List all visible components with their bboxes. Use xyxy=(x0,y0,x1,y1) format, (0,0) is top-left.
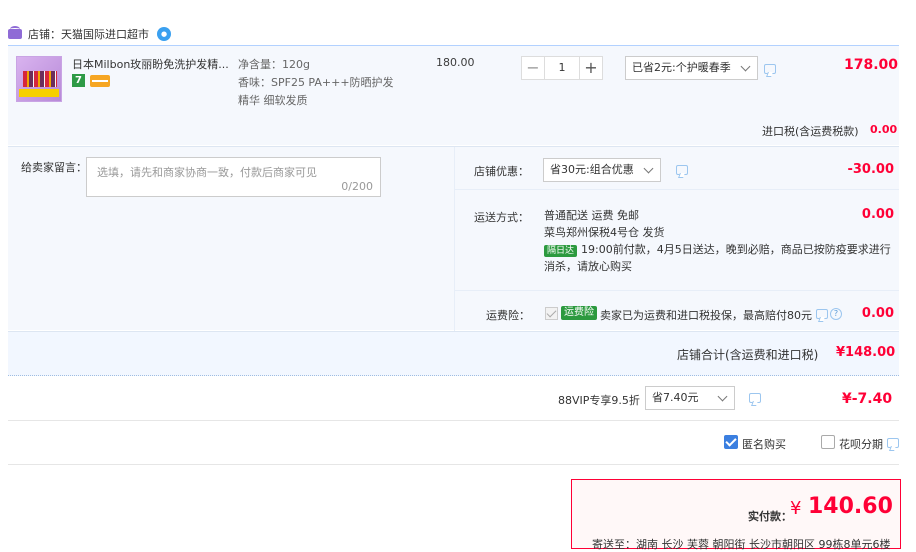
store-total-label: 店铺合计(含运费和进口税) xyxy=(677,348,819,362)
tax-value: 0.00 xyxy=(870,123,898,136)
order-services: 给卖家留言： 选填，请先和商家协商一致，付款后商家可见 0/200 店铺优惠： … xyxy=(8,146,899,331)
discount-select[interactable]: 省30元:组合优惠 xyxy=(543,158,661,182)
chevron-down-icon xyxy=(643,163,654,174)
vip-label: 88VIP专享9.5折 xyxy=(558,394,640,407)
pay-label: 实付款： xyxy=(748,510,792,523)
quantity-input[interactable]: 1 xyxy=(545,56,579,80)
shipping-label: 运送方式： xyxy=(474,211,529,224)
divider xyxy=(455,189,899,190)
unit-price: 180.00 xyxy=(436,56,475,69)
message-icon[interactable] xyxy=(816,309,828,319)
discount-select-value: 省30元:组合优惠 xyxy=(550,163,634,176)
cart-item: 日本Milbon玫丽盼免洗护发精... 7 净含量：120g 香味：SPF25 … xyxy=(8,45,899,145)
decrease-button[interactable]: − xyxy=(521,56,545,80)
shipping-value: 0.00 xyxy=(861,207,894,222)
vip-value: ¥-7.40 xyxy=(842,391,893,407)
payment-summary: 实付款： ¥ 140.60 寄送至：湖南 长沙 芙蓉 朝阳街 长沙市朝阳区 99… xyxy=(571,479,901,551)
insurance-text: 卖家已为运费和进口税投保，最高赔付80元 xyxy=(600,309,812,322)
chat-icon[interactable]: ● xyxy=(157,27,171,41)
anonymous-label[interactable]: 匿名购买 xyxy=(742,436,786,452)
shipping-warehouse: 菜鸟郑州保税4号仓 发货 xyxy=(544,226,665,239)
insurance-badge: 运费险 xyxy=(561,306,597,320)
seller-note-input[interactable]: 选填，请先和商家协商一致，付款后商家可见 0/200 xyxy=(86,157,381,197)
chevron-down-icon xyxy=(717,391,728,402)
message-icon[interactable] xyxy=(887,438,899,448)
insurance-value: 0.00 xyxy=(861,306,894,321)
product-thumbnail[interactable] xyxy=(16,56,62,102)
vip-select[interactable]: 省7.40元 xyxy=(645,386,735,410)
card-payment-icon xyxy=(90,75,110,87)
vip-select-value: 省7.40元 xyxy=(652,391,699,404)
store-icon xyxy=(8,26,22,39)
sku-line: 净含量：120g xyxy=(238,58,310,71)
sku-info: 净含量：120g 香味：SPF25 PA+++防晒护发 精华 细软发质 xyxy=(238,56,403,110)
product-title[interactable]: 日本Milbon玫丽盼免洗护发精... xyxy=(72,56,232,72)
divider xyxy=(454,147,455,331)
options-row: 匿名购买 花呗分期 xyxy=(8,421,899,465)
product-image xyxy=(23,71,57,87)
store-total: 店铺合计(含运费和进口税) ¥148.00 xyxy=(8,331,899,376)
divider xyxy=(455,290,899,291)
store-total-value: ¥148.00 xyxy=(836,345,896,360)
increase-button[interactable]: + xyxy=(579,56,603,80)
message-icon[interactable] xyxy=(676,165,688,175)
chevron-down-icon xyxy=(740,61,751,72)
quantity-stepper: − 1 + xyxy=(521,56,603,80)
note-counter: 0/200 xyxy=(341,180,373,193)
insurance-label: 运费险： xyxy=(486,309,530,322)
anonymous-checkbox[interactable] xyxy=(724,435,738,449)
tax-label: 进口税(含运费税款) xyxy=(762,125,859,138)
item-promo-select-value: 已省2元:个护暖春季 xyxy=(632,61,731,74)
shipping-address: 寄送至：湖南 长沙 芙蓉 朝阳街 长沙市朝阳区 99栋8单元6楼 xyxy=(592,538,891,551)
message-icon[interactable] xyxy=(764,64,776,74)
shipping-eta-text: 19:00前付款，4月5日送达，晚到必赔，商品已按防疫要求进行消杀，请放心购买 xyxy=(544,243,891,273)
promo-tag xyxy=(19,89,59,97)
store-header: 店铺：天猫国际进口超市 ● xyxy=(8,24,171,44)
sku-line: 香味：SPF25 PA+++防晒护发 xyxy=(238,76,394,89)
store-name[interactable]: 店铺：天猫国际进口超市 xyxy=(28,26,149,42)
installment-checkbox[interactable] xyxy=(821,435,835,449)
discount-value: -30.00 xyxy=(847,162,894,177)
message-icon[interactable] xyxy=(749,393,761,403)
item-promo-select[interactable]: 已省2元:个护暖春季 xyxy=(625,56,758,80)
note-placeholder: 选填，请先和商家协商一致，付款后商家可见 xyxy=(97,166,317,179)
shipping-eta: 隔日达 19:00前付款，4月5日送达，晚到必赔，商品已按防疫要求进行消杀，请放心… xyxy=(544,241,894,275)
item-total: 178.00 xyxy=(844,57,899,73)
vip-discount-row: 88VIP专享9.5折 省7.40元 ¥-7.40 xyxy=(8,377,899,421)
discount-label: 店铺优惠： xyxy=(474,165,529,178)
next-day-badge: 隔日达 xyxy=(544,245,578,257)
installment-label[interactable]: 花呗分期 xyxy=(839,436,883,452)
currency-symbol: ¥ xyxy=(790,498,802,519)
seven-day-return-icon: 7 xyxy=(72,74,85,87)
note-label: 给卖家留言： xyxy=(21,161,87,174)
sku-line: 精华 细软发质 xyxy=(238,94,308,107)
insurance-checkbox xyxy=(545,307,558,320)
pay-amount: 140.60 xyxy=(808,494,893,519)
